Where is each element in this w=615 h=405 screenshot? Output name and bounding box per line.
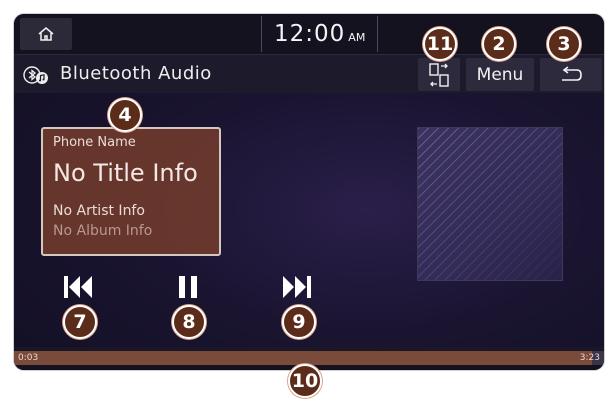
device-switch-button[interactable] bbox=[418, 58, 460, 91]
progress-fill bbox=[14, 351, 593, 365]
song-title: No Title Info bbox=[53, 159, 198, 187]
pause-icon bbox=[179, 276, 197, 298]
clock-ampm: AM bbox=[348, 31, 366, 44]
menu-button[interactable]: Menu bbox=[466, 58, 534, 91]
progress-track: 0:03 3:23 bbox=[14, 351, 604, 365]
callout-4: 4 bbox=[108, 98, 142, 132]
callout-8: 8 bbox=[172, 305, 206, 339]
callout-7: 7 bbox=[63, 305, 97, 339]
pause-button[interactable] bbox=[165, 270, 211, 304]
album-art bbox=[417, 127, 563, 281]
elapsed-time: 0:03 bbox=[18, 353, 39, 363]
previous-track-button[interactable] bbox=[55, 270, 101, 304]
callout-11: 11 bbox=[423, 27, 457, 61]
phone-name: Phone Name bbox=[53, 135, 136, 150]
skip-next-icon bbox=[283, 276, 311, 298]
total-time: 3:23 bbox=[579, 353, 600, 363]
back-arrow-icon bbox=[562, 65, 582, 81]
next-track-button[interactable] bbox=[274, 270, 320, 304]
callout-9: 9 bbox=[282, 305, 316, 339]
artist-name: No Artist Info bbox=[53, 203, 145, 219]
bluetooth-music-icon bbox=[23, 66, 48, 84]
menu-label: Menu bbox=[476, 64, 524, 85]
callout-2: 2 bbox=[482, 27, 516, 61]
back-button[interactable] bbox=[540, 58, 602, 91]
skip-previous-icon bbox=[64, 276, 92, 298]
title-bar: Bluetooth Audio Menu bbox=[14, 54, 604, 93]
track-info-panel: Phone Name No Title Info No Artist Info … bbox=[41, 127, 221, 256]
home-button[interactable] bbox=[20, 18, 72, 50]
device-switch-icon bbox=[429, 62, 449, 87]
album-art-shade bbox=[418, 128, 562, 280]
clock: 12:00 AM bbox=[261, 16, 379, 52]
home-icon bbox=[38, 27, 54, 41]
clock-time: 12:00 bbox=[274, 21, 346, 47]
album-name: No Album Info bbox=[53, 223, 153, 239]
callout-10: 10 bbox=[288, 364, 322, 398]
callout-3: 3 bbox=[547, 27, 581, 61]
source-title: Bluetooth Audio bbox=[60, 63, 212, 84]
